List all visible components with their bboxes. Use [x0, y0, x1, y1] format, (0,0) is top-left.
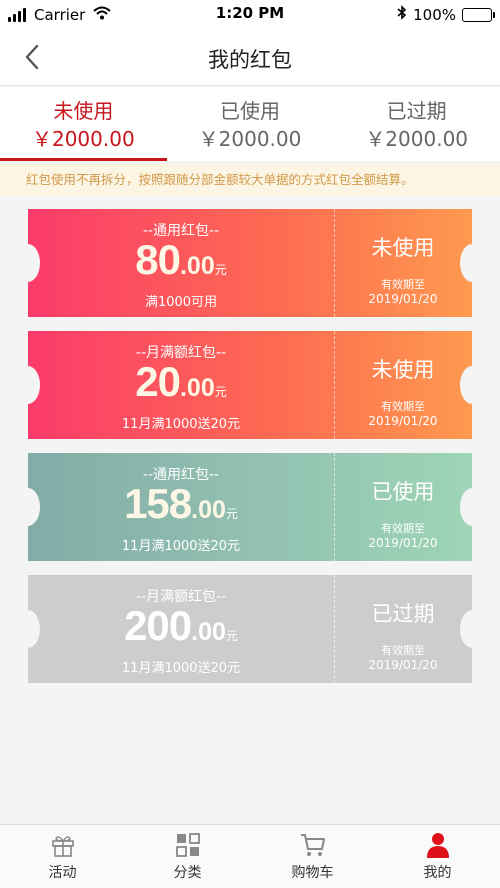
coupon-status: 已过期 — [371, 602, 435, 626]
bluetooth-icon — [397, 5, 407, 24]
coupon-unit: 元 — [214, 385, 227, 399]
coupon-value-int: 20 — [135, 358, 181, 405]
tabbar-activity[interactable]: 活动 — [0, 825, 125, 888]
category-grid-icon — [175, 833, 200, 857]
tabbar-label: 活动 — [48, 865, 77, 881]
tab-label: 已使用 — [220, 99, 280, 123]
coupon-card[interactable]: --月满额红包-- 200.00元 11月满1000送20元 已过期 有效期至 … — [16, 575, 484, 683]
coupon-value: 200.00元 — [28, 602, 334, 650]
tab-unused[interactable]: 未使用 ￥2000.00 — [0, 87, 167, 161]
coupon-value: 158.00元 — [28, 480, 334, 528]
battery-percent: 100% — [413, 5, 456, 24]
coupon-status: 未使用 — [371, 236, 435, 260]
coupon-card[interactable]: --通用红包-- 80.00元 满1000可用 未使用 有效期至 2019/01… — [16, 209, 484, 317]
coupon-expiry-date: 2019/01/20 — [368, 658, 438, 672]
coupon-value: 20.00元 — [28, 358, 334, 406]
coupon-expiry-label: 有效期至 — [381, 278, 425, 291]
coupon-right: 已过期 有效期至 2019/01/20 — [334, 575, 472, 683]
coupon-expiry-label: 有效期至 — [381, 522, 425, 535]
tab-amount: ￥2000.00 — [198, 127, 302, 151]
cart-icon — [300, 834, 325, 856]
coupon-expiry-date: 2019/01/20 — [368, 292, 438, 306]
coupon-status: 已使用 — [371, 480, 435, 504]
coupon-card[interactable]: --通用红包-- 158.00元 11月满1000送20元 已使用 有效期至 2… — [16, 453, 484, 561]
coupon-unit: 元 — [214, 263, 227, 277]
tab-strip: 未使用 ￥2000.00 已使用 ￥2000.00 已过期 ￥2000.00 — [0, 87, 500, 161]
coupon-unit: 元 — [225, 507, 238, 521]
coupon-value: 80.00元 — [28, 236, 334, 284]
coupon-value-dec: .00 — [191, 618, 226, 646]
notice-banner: 红包使用不再拆分，按照跟随分部金额较大单据的方式红包全额结算。 — [0, 163, 500, 196]
user-icon — [426, 833, 449, 858]
status-bar: Carrier 1:20 PM 100% — [0, 0, 500, 28]
coupon-expiry-date: 2019/01/20 — [368, 414, 438, 428]
coupon-value-dec: .00 — [179, 374, 215, 402]
status-right: 100% — [397, 5, 495, 24]
coupon-condition: 11月满1000送20元 — [121, 417, 241, 432]
coupon-expiry-label: 有效期至 — [381, 644, 425, 657]
coupon-left: --月满额红包-- 20.00元 11月满1000送20元 — [28, 331, 334, 439]
tab-label: 未使用 — [53, 99, 114, 123]
battery-icon — [462, 7, 495, 22]
coupon-card[interactable]: --月满额红包-- 20.00元 11月满1000送20元 未使用 有效期至 2… — [16, 331, 484, 439]
tab-used[interactable]: 已使用 ￥2000.00 — [167, 87, 334, 161]
tabbar-category[interactable]: 分类 — [125, 825, 250, 888]
nav-bar: 我的红包 — [0, 28, 500, 86]
page-title: 我的红包 — [208, 48, 292, 72]
coupon-right: 已使用 有效期至 2019/01/20 — [334, 453, 472, 561]
coupon-expiry-date: 2019/01/20 — [368, 536, 438, 550]
tab-label: 已过期 — [386, 99, 447, 123]
coupon-condition: 11月满1000送20元 — [121, 539, 241, 554]
coupon-left: --月满额红包-- 200.00元 11月满1000送20元 — [28, 575, 334, 683]
coupon-expiry-label: 有效期至 — [381, 400, 425, 413]
coupon-value-int: 158 — [124, 480, 192, 527]
coupon-value-dec: .00 — [191, 496, 226, 524]
coupon-left: --通用红包-- 158.00元 11月满1000送20元 — [28, 453, 334, 561]
tab-amount: ￥2000.00 — [365, 127, 469, 151]
tabbar-mine[interactable]: 我的 — [375, 825, 500, 888]
coupon-condition: 11月满1000送20元 — [121, 661, 241, 676]
tabbar-cart[interactable]: 购物车 — [250, 825, 375, 888]
coupon-status: 未使用 — [371, 358, 435, 382]
bottom-tab-bar: 活动 分类 购物车 我的 — [0, 824, 500, 888]
tabbar-label: 分类 — [173, 865, 202, 881]
tabbar-label: 我的 — [423, 865, 452, 881]
coupon-right: 未使用 有效期至 2019/01/20 — [334, 209, 472, 317]
coupon-unit: 元 — [225, 629, 238, 643]
tabbar-label: 购物车 — [291, 865, 334, 881]
coupon-value-dec: .00 — [179, 252, 215, 280]
coupon-condition: 满1000可用 — [144, 295, 218, 310]
coupon-value-int: 200 — [124, 602, 192, 649]
coupon-left: --通用红包-- 80.00元 满1000可用 — [28, 209, 334, 317]
coupon-right: 未使用 有效期至 2019/01/20 — [334, 331, 472, 439]
tab-amount: ￥2000.00 — [31, 127, 135, 151]
gift-icon — [51, 836, 74, 857]
coupon-value-int: 80 — [135, 236, 181, 283]
tab-expired[interactable]: 已过期 ￥2000.00 — [333, 87, 500, 161]
